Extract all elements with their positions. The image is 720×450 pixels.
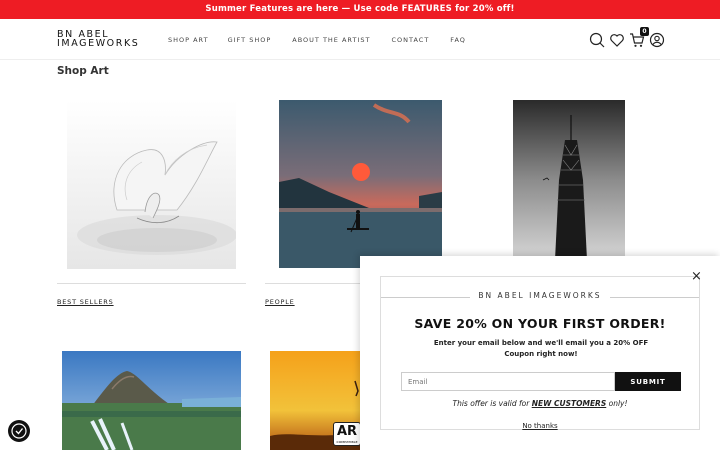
email-field[interactable]: [401, 372, 615, 391]
header-icons: 0: [589, 27, 669, 48]
offer-suffix: only!: [606, 399, 628, 408]
ar-badge-sublabel: COMPATIBLE: [336, 440, 358, 444]
cart-icon[interactable]: 0: [629, 27, 649, 48]
nav-gift-shop[interactable]: GIFT SHOP: [228, 36, 272, 44]
close-icon[interactable]: ×: [691, 269, 702, 284]
no-thanks-link[interactable]: No thanks: [381, 422, 699, 430]
page-title: Shop Art: [57, 65, 109, 77]
nav-shop-art[interactable]: SHOP ART: [168, 36, 209, 44]
nav-contact[interactable]: CONTACT: [391, 36, 429, 44]
nav-about-the-artist[interactable]: ABOUT THE ARTIST: [292, 36, 370, 44]
art-kirkjufell-image[interactable]: [62, 351, 241, 450]
art-paddleboard-sunset-image[interactable]: [279, 100, 442, 268]
popup-subtext: Enter your email below and we'll email y…: [433, 339, 649, 358]
offer-prefix: This offer is valid for: [452, 399, 532, 408]
category-divider-2: [265, 283, 360, 284]
category-best-sellers-link[interactable]: BEST SELLERS: [57, 298, 114, 306]
offer-highlight: NEW CUSTOMERS: [531, 399, 607, 408]
submit-button[interactable]: SUBMIT: [615, 372, 681, 391]
art-swan-image[interactable]: [67, 100, 236, 269]
popup-brand-label: BN ABEL IMAGEWORKS: [470, 291, 610, 300]
heart-icon[interactable]: [609, 32, 625, 48]
art-chrysler-building-image[interactable]: [513, 100, 625, 260]
popup-brand: BN ABEL IMAGEWORKS: [381, 291, 699, 300]
category-people-link[interactable]: PEOPLE: [265, 298, 295, 306]
accessibility-icon[interactable]: [8, 420, 30, 442]
logo-line-2: IMAGEWORKS: [57, 37, 140, 49]
site-logo[interactable]: BN ABEL IMAGEWORKS: [57, 30, 140, 49]
cart-count-badge: 0: [640, 27, 649, 36]
main-nav: SHOP ART GIFT SHOP ABOUT THE ARTIST CONT…: [168, 36, 487, 44]
popup-content: BN ABEL IMAGEWORKS SAVE 20% ON YOUR FIRS…: [380, 276, 700, 430]
account-icon[interactable]: [649, 32, 665, 48]
promo-banner[interactable]: Summer Features are here — Use code FEAT…: [0, 0, 720, 19]
newsletter-popup: BN ABEL IMAGEWORKS SAVE 20% ON YOUR FIRS…: [360, 256, 720, 450]
ar-badge-label: AR: [336, 424, 358, 439]
ar-compatible-badge[interactable]: AR COMPATIBLE: [333, 422, 361, 446]
popup-headline: SAVE 20% ON YOUR FIRST ORDER!: [414, 316, 666, 331]
site-header: BN ABEL IMAGEWORKS SHOP ART GIFT SHOP AB…: [0, 19, 720, 60]
nav-faq[interactable]: FAQ: [450, 36, 466, 44]
category-divider-1: [57, 283, 246, 284]
search-icon[interactable]: [589, 32, 605, 48]
offer-text: This offer is valid for NEW CUSTOMERS on…: [381, 399, 699, 408]
